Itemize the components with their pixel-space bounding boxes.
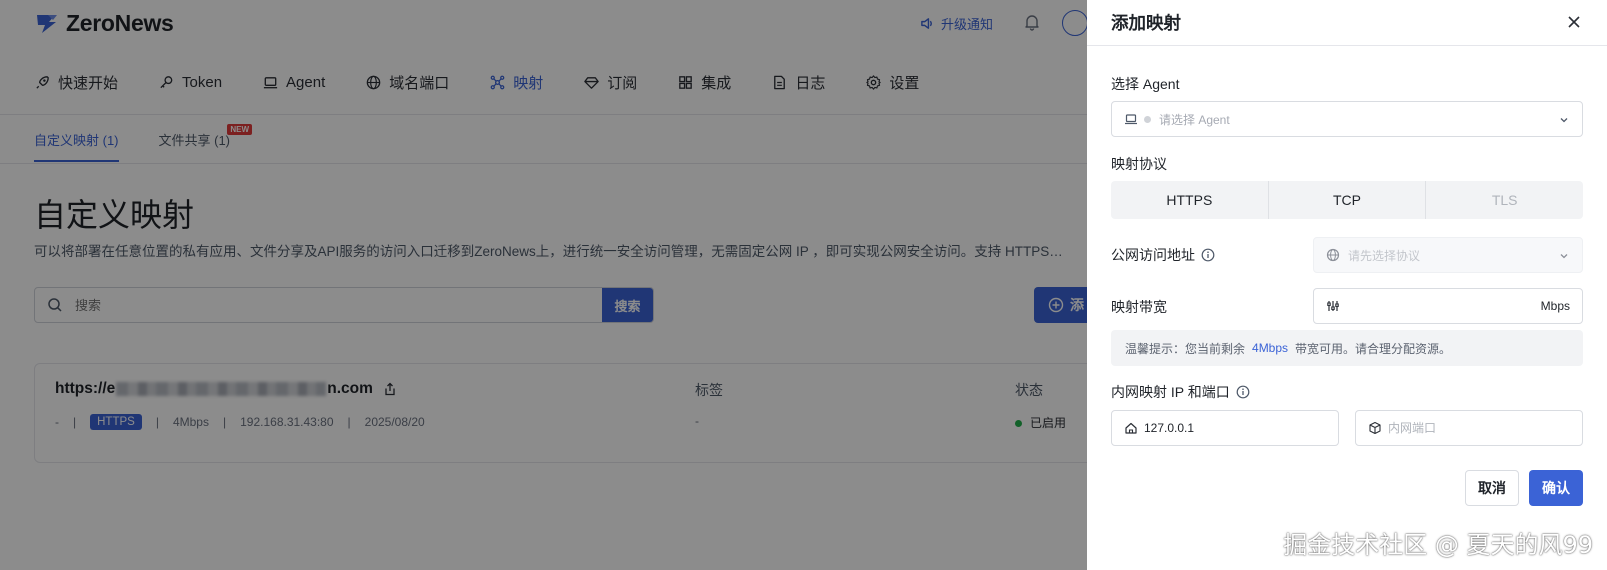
- cancel-button[interactable]: 取消: [1465, 470, 1519, 506]
- agent-label: 选择 Agent: [1111, 74, 1179, 94]
- bandwidth-tip: 温馨提示：您当前剩余 4Mbps 带宽可用。请合理分配资源。: [1111, 330, 1583, 366]
- drawer-header: 添加映射: [1087, 0, 1607, 46]
- watermark: 掘金技术社区 @ 夏天的风99: [1283, 531, 1593, 559]
- sliders-icon: [1327, 301, 1339, 311]
- info-icon[interactable]: [1201, 248, 1215, 262]
- globe-icon: [1326, 248, 1340, 262]
- public-address-placeholder: 请先选择协议: [1348, 248, 1421, 263]
- tip-suffix: 带宽可用。请合理分配资源。: [1295, 341, 1452, 356]
- info-icon[interactable]: [1236, 385, 1250, 399]
- tip-remaining-value: 4Mbps: [1252, 341, 1289, 355]
- internal-ip-label: 内网映射 IP 和端口: [1111, 382, 1250, 402]
- agent-status-dot: [1144, 115, 1151, 123]
- agent-label-text: 选择 Agent: [1111, 76, 1180, 92]
- internal-port-field[interactable]: [1388, 421, 1558, 435]
- protocol-option-https[interactable]: HTTPS: [1111, 181, 1268, 219]
- cube-icon: [1369, 421, 1381, 435]
- public-address-label: 公网访问地址: [1111, 245, 1215, 265]
- public-address-label-text: 公网访问地址: [1111, 247, 1195, 263]
- protocol-option-tcp[interactable]: TCP: [1267, 181, 1426, 219]
- agent-select[interactable]: 请选择 Agent: [1111, 101, 1583, 137]
- close-icon[interactable]: [1564, 12, 1584, 32]
- bandwidth-input[interactable]: Mbps: [1313, 288, 1583, 324]
- public-address-select: 请先选择协议: [1313, 237, 1583, 273]
- chevron-down-icon: [1560, 118, 1568, 123]
- add-mapping-drawer: 添加映射 选择 Agent 请选择 Agent 映射协议 HTTPS TCP T…: [1087, 0, 1607, 570]
- chevron-down-icon: [1560, 254, 1568, 259]
- protocol-option-tls: TLS: [1425, 181, 1583, 219]
- tip-prefix: 温馨提示：您当前剩余: [1125, 341, 1246, 356]
- internal-port-input[interactable]: [1355, 410, 1583, 446]
- internal-ip-label-text: 内网映射 IP 和端口: [1111, 384, 1230, 400]
- bandwidth-label: 映射带宽: [1111, 297, 1167, 317]
- home-icon: [1125, 422, 1137, 434]
- protocol-label-text: 映射协议: [1111, 156, 1167, 172]
- agent-placeholder: 请选择 Agent: [1159, 112, 1230, 127]
- laptop-icon: [1125, 114, 1137, 125]
- internal-ip-input[interactable]: [1111, 410, 1339, 446]
- protocol-segmented-control: HTTPS TCP TLS: [1111, 181, 1583, 219]
- bandwidth-unit: Mbps: [1540, 299, 1570, 313]
- confirm-button[interactable]: 确认: [1529, 470, 1583, 506]
- drawer-title: 添加映射: [1111, 13, 1181, 33]
- bandwidth-label-text: 映射带宽: [1111, 299, 1167, 315]
- protocol-label: 映射协议: [1111, 154, 1167, 174]
- internal-ip-value[interactable]: [1144, 421, 1314, 435]
